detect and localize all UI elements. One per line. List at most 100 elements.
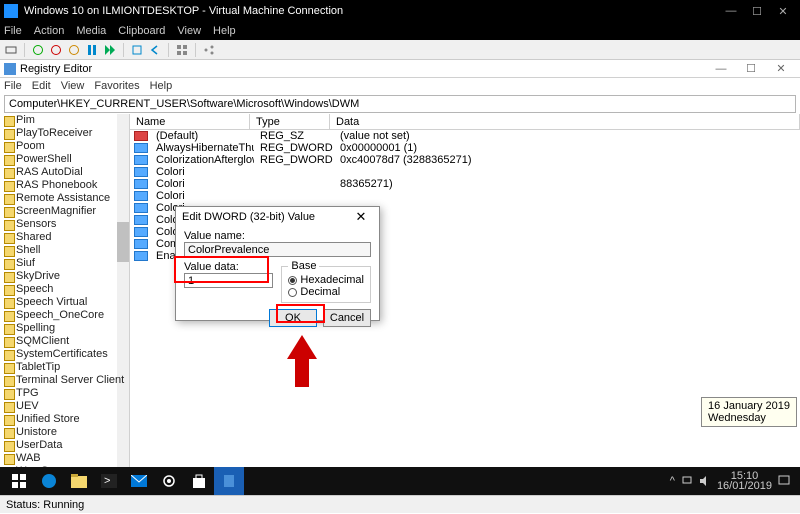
- value-name-input[interactable]: [184, 242, 371, 257]
- tree-item[interactable]: Speech_OneCore: [0, 309, 129, 322]
- tree-item[interactable]: RAS AutoDial: [0, 166, 129, 179]
- checkpoint-icon[interactable]: [130, 43, 144, 57]
- tree-item[interactable]: Shell: [0, 244, 129, 257]
- cancel-button[interactable]: Cancel: [323, 309, 371, 327]
- tree-item[interactable]: TPG: [0, 387, 129, 400]
- vm-menu-action[interactable]: Action: [34, 25, 65, 37]
- action-center-icon[interactable]: [778, 475, 790, 487]
- tray-up-icon[interactable]: ^: [670, 475, 675, 487]
- taskbar: > ^ 15:10 16/01/2019: [0, 467, 800, 495]
- edit-dword-dialog: Edit DWORD (32-bit) Value ✕ Value name: …: [175, 206, 380, 321]
- regedit-menu-edit[interactable]: Edit: [32, 80, 51, 92]
- tree-item[interactable]: SkyDrive: [0, 270, 129, 283]
- revert-icon[interactable]: [148, 43, 162, 57]
- start-button[interactable]: [4, 467, 34, 495]
- tree-item[interactable]: SystemCertificates: [0, 348, 129, 361]
- tray-network-icon[interactable]: [681, 475, 693, 487]
- tree-item[interactable]: PlayToReceiver: [0, 127, 129, 140]
- value-type-icon: [134, 155, 148, 165]
- settings-icon[interactable]: [154, 467, 184, 495]
- vm-menubar: File Action Media Clipboard View Help: [0, 22, 800, 40]
- tree-item[interactable]: UEV: [0, 400, 129, 413]
- vm-menu-media[interactable]: Media: [76, 25, 106, 37]
- pause-icon[interactable]: [85, 43, 99, 57]
- terminal-icon[interactable]: >: [94, 467, 124, 495]
- regedit-window: Registry Editor — ☐ ✕ File Edit View Fav…: [0, 60, 800, 479]
- regedit-menubar: File Edit View Favorites Help: [0, 78, 800, 94]
- tree-item[interactable]: Remote Assistance: [0, 192, 129, 205]
- value-type-icon: [134, 143, 148, 153]
- tree-item[interactable]: UserData: [0, 439, 129, 452]
- regedit-menu-help[interactable]: Help: [150, 80, 173, 92]
- regedit-menu-view[interactable]: View: [61, 80, 85, 92]
- value-name-label: Value name:: [184, 230, 371, 242]
- tray-volume-icon[interactable]: [699, 475, 711, 487]
- regedit-menu-file[interactable]: File: [4, 80, 22, 92]
- minimize-button[interactable]: —: [718, 5, 744, 17]
- start-icon[interactable]: [31, 43, 45, 57]
- tree-item[interactable]: Sensors: [0, 218, 129, 231]
- tree-item[interactable]: Siuf: [0, 257, 129, 270]
- shutdown-icon[interactable]: [49, 43, 63, 57]
- tree-item[interactable]: SQMClient: [0, 335, 129, 348]
- vm-menu-help[interactable]: Help: [213, 25, 236, 37]
- value-row[interactable]: Colori: [130, 166, 800, 178]
- tree-item[interactable]: Poom: [0, 140, 129, 153]
- dialog-titlebar: Edit DWORD (32-bit) Value ✕: [176, 207, 379, 227]
- tree-item[interactable]: Unified Store: [0, 413, 129, 426]
- tree-item[interactable]: Terminal Server Client: [0, 374, 129, 387]
- vm-menu-file[interactable]: File: [4, 25, 22, 37]
- edge-icon[interactable]: [34, 467, 64, 495]
- tree-item[interactable]: Pim: [0, 114, 129, 127]
- ctrl-alt-del-icon[interactable]: [4, 43, 18, 57]
- value-type-icon: [134, 227, 148, 237]
- col-name[interactable]: Name: [130, 114, 250, 129]
- enhanced-session-icon[interactable]: [175, 43, 189, 57]
- value-row[interactable]: ColorizationAfterglowREG_DWORD0xc40078d7…: [130, 154, 800, 166]
- value-row[interactable]: Colori: [130, 190, 800, 202]
- save-state-icon[interactable]: [67, 43, 81, 57]
- share-icon[interactable]: [202, 43, 216, 57]
- mail-icon[interactable]: [124, 467, 154, 495]
- taskbar-clock[interactable]: 15:10 16/01/2019: [717, 471, 772, 491]
- regedit-minimize[interactable]: —: [706, 63, 736, 75]
- tree-item[interactable]: TabletTip: [0, 361, 129, 374]
- tree-item[interactable]: Unistore: [0, 426, 129, 439]
- value-row[interactable]: (Default)REG_SZ(value not set): [130, 130, 800, 142]
- regedit-menu-favorites[interactable]: Favorites: [94, 80, 139, 92]
- vm-menu-clipboard[interactable]: Clipboard: [118, 25, 165, 37]
- col-data[interactable]: Data: [330, 114, 800, 129]
- radio-dec[interactable]: Decimal: [288, 286, 364, 298]
- ok-button[interactable]: OK: [269, 309, 317, 327]
- vm-menu-view[interactable]: View: [177, 25, 201, 37]
- regedit-address-bar[interactable]: Computer\HKEY_CURRENT_USER\Software\Micr…: [4, 95, 796, 113]
- value-row[interactable]: AlwaysHibernateThumbnailsREG_DWORD0x0000…: [130, 142, 800, 154]
- tree-item[interactable]: Speech: [0, 283, 129, 296]
- tree-item[interactable]: WAB: [0, 452, 129, 465]
- regedit-maximize[interactable]: ☐: [736, 62, 766, 75]
- tree-item[interactable]: Speech Virtual: [0, 296, 129, 309]
- col-type[interactable]: Type: [250, 114, 330, 129]
- regedit-icon: [4, 63, 16, 75]
- close-button[interactable]: ✕: [770, 5, 796, 18]
- value-row[interactable]: Colori88365271): [130, 178, 800, 190]
- reset-icon[interactable]: [103, 43, 117, 57]
- explorer-icon[interactable]: [64, 467, 94, 495]
- tree-item[interactable]: Shared: [0, 231, 129, 244]
- regedit-close[interactable]: ✕: [766, 62, 796, 75]
- regedit-taskbar-icon[interactable]: [214, 467, 244, 495]
- regedit-titlebar: Registry Editor — ☐ ✕: [0, 60, 800, 78]
- radio-hex[interactable]: Hexadecimal: [288, 274, 364, 286]
- regedit-tree[interactable]: PimPlayToReceiverPoomPowerShellRAS AutoD…: [0, 114, 130, 479]
- date-tooltip: 16 January 2019 Wednesday: [701, 397, 797, 427]
- vm-icon: [4, 4, 18, 18]
- tree-item[interactable]: ScreenMagnifier: [0, 205, 129, 218]
- value-data-input[interactable]: [184, 273, 273, 288]
- tree-item[interactable]: RAS Phonebook: [0, 179, 129, 192]
- dialog-close-button[interactable]: ✕: [349, 209, 373, 225]
- vm-statusbar: Status: Running: [0, 495, 800, 513]
- tree-item[interactable]: Spelling: [0, 322, 129, 335]
- maximize-button[interactable]: ☐: [744, 5, 770, 18]
- tree-item[interactable]: PowerShell: [0, 153, 129, 166]
- store-icon[interactable]: [184, 467, 214, 495]
